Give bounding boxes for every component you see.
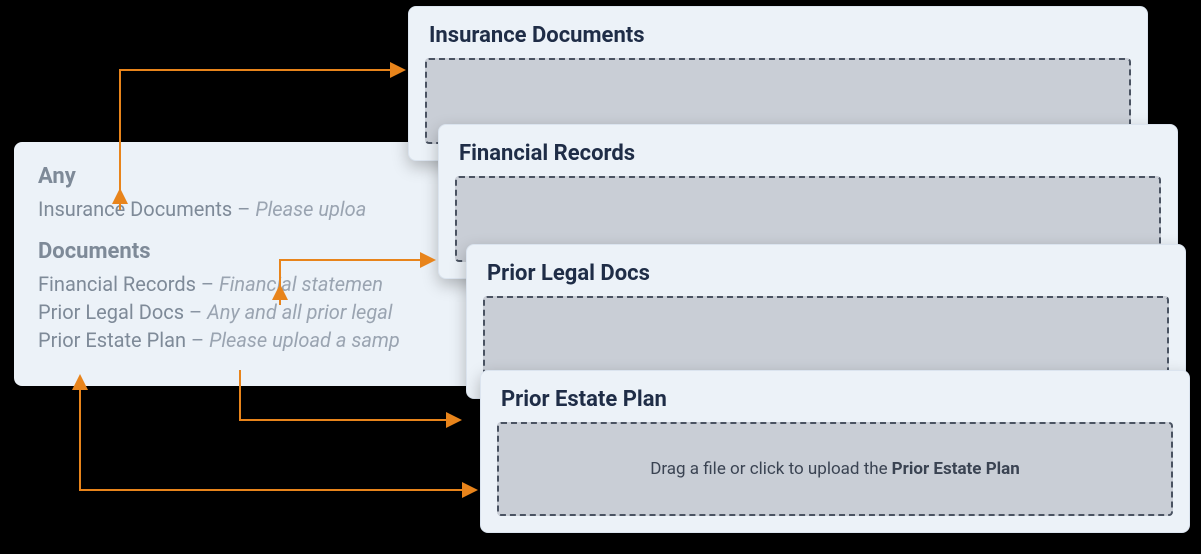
dropzone-text-prefix: Drag a file or click to upload the bbox=[650, 459, 887, 479]
source-item-legal: Prior Legal Docs – Any and all prior leg… bbox=[38, 300, 450, 324]
source-item-label: Prior Estate Plan bbox=[38, 328, 186, 352]
source-item-label: Insurance Documents bbox=[38, 197, 232, 221]
upload-card-estate: Prior Estate Plan Drag a file or click t… bbox=[480, 370, 1190, 533]
source-item-label: Prior Legal Docs bbox=[38, 300, 184, 324]
source-item-desc: Please uploa bbox=[255, 197, 366, 221]
source-item-insurance: Insurance Documents – Please uploa bbox=[38, 197, 450, 221]
source-item-label: Financial Records bbox=[38, 272, 196, 296]
source-panel: Any Insurance Documents – Please uploa D… bbox=[14, 142, 474, 386]
source-item-financial: Financial Records – Financial statemen bbox=[38, 272, 450, 296]
source-item-desc: Financial statemen bbox=[219, 272, 383, 296]
documents-heading: Documents bbox=[38, 239, 450, 264]
card-title: Financial Records bbox=[439, 125, 1177, 176]
source-item-desc: Any and all prior legal bbox=[207, 300, 392, 324]
any-heading: Any bbox=[38, 164, 450, 189]
source-item-estate: Prior Estate Plan – Please upload a samp bbox=[38, 328, 450, 352]
card-title: Prior Estate Plan bbox=[481, 371, 1189, 422]
dropzone-text-target: Prior Estate Plan bbox=[892, 459, 1020, 479]
card-title: Prior Legal Docs bbox=[467, 245, 1185, 296]
dropzone-estate[interactable]: Drag a file or click to upload the Prior… bbox=[497, 422, 1173, 516]
source-item-desc: Please upload a samp bbox=[209, 328, 400, 352]
card-title: Insurance Documents bbox=[409, 7, 1147, 58]
